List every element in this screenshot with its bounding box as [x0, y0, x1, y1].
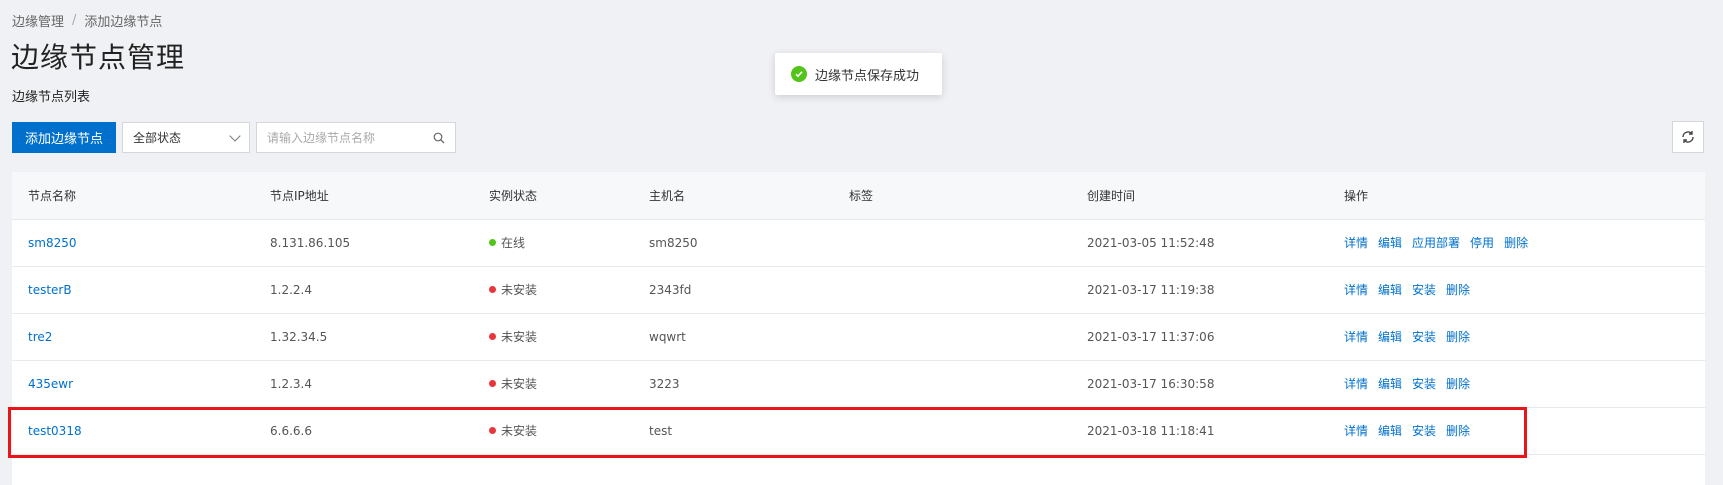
- breadcrumb-root[interactable]: 边缘管理: [12, 11, 64, 30]
- status-badge: 未安装: [489, 328, 537, 345]
- edge-node-table: 节点名称 节点IP地址 实例状态 主机名 标签 创建时间 操作 sm8250 8.…: [12, 172, 1705, 485]
- check-circle-icon: [791, 66, 807, 82]
- header-node-name: 节点名称: [12, 172, 270, 220]
- status-badge: 未安装: [489, 281, 537, 298]
- status-badge: 未安装: [489, 375, 537, 392]
- tags: [849, 219, 1087, 267]
- node-name-link[interactable]: tre2: [28, 330, 52, 344]
- node-name-link[interactable]: test0318: [28, 424, 82, 438]
- status-filter-select[interactable]: 全部状态: [122, 122, 250, 153]
- created-time: 2021-03-17 11:19:38: [1087, 266, 1344, 314]
- created-time: 2021-03-17 16:30:58: [1087, 360, 1344, 408]
- created-time: 2021-03-17 11:37:06: [1087, 313, 1344, 361]
- tags: [849, 266, 1087, 314]
- row-action-link[interactable]: 编辑: [1378, 375, 1402, 392]
- status-dot-icon: [489, 380, 496, 387]
- status-filter-value: 全部状态: [133, 131, 182, 145]
- row-action-link[interactable]: 编辑: [1378, 328, 1402, 345]
- table-row: tre2 1.32.34.5 未安装 wqwrt 2021-03-17 11:37:06…: [12, 313, 1705, 361]
- hostname: wqwrt: [649, 313, 849, 361]
- row-action-link[interactable]: 删除: [1504, 234, 1528, 251]
- row-action-link[interactable]: 安装: [1412, 281, 1436, 298]
- row-action-link[interactable]: 详情: [1344, 328, 1368, 345]
- created-time: 2021-03-05 11:52:48: [1087, 219, 1344, 267]
- table-row: sm8250 8.131.86.105 在线 sm8250 2021-03-05 11:…: [12, 219, 1705, 267]
- refresh-button[interactable]: [1672, 121, 1704, 153]
- toast-message: 边缘节点保存成功: [815, 68, 920, 84]
- header-actions: 操作: [1344, 172, 1705, 220]
- refresh-icon: [1682, 131, 1694, 143]
- hostname: sm8250: [649, 219, 849, 267]
- row-action-link[interactable]: 详情: [1344, 422, 1368, 439]
- row-action-link[interactable]: 编辑: [1378, 422, 1402, 439]
- header-tags: 标签: [849, 172, 1087, 220]
- status-text: 未安装: [501, 283, 538, 297]
- search-icon[interactable]: [433, 132, 445, 144]
- status-text: 未安装: [501, 377, 538, 391]
- tags: [849, 313, 1087, 361]
- breadcrumb-current: 添加边缘节点: [84, 15, 163, 30]
- status-text: 未安装: [501, 330, 538, 344]
- row-action-link[interactable]: 应用部署: [1412, 234, 1460, 251]
- status-dot-icon: [489, 333, 496, 340]
- node-name-link[interactable]: sm8250: [28, 236, 76, 250]
- success-toast: 边缘节点保存成功: [775, 53, 942, 95]
- breadcrumb: 边缘管理 / 添加边缘节点: [12, 11, 162, 30]
- status-dot-icon: [489, 427, 496, 434]
- row-actions: 详情 编辑 安装 删除: [1344, 422, 1705, 439]
- row-action-link[interactable]: 编辑: [1378, 281, 1402, 298]
- row-action-link[interactable]: 安装: [1412, 422, 1436, 439]
- row-action-link[interactable]: 详情: [1344, 375, 1368, 392]
- status-badge: 在线: [489, 234, 525, 251]
- status-badge: 未安装: [489, 422, 537, 439]
- status-dot-icon: [489, 286, 496, 293]
- row-action-link[interactable]: 删除: [1446, 281, 1470, 298]
- status-text: 未安装: [501, 424, 538, 438]
- header-created-time: 创建时间: [1087, 172, 1344, 220]
- row-action-link[interactable]: 停用: [1470, 234, 1494, 251]
- hostname: test: [649, 407, 849, 455]
- header-instance-status: 实例状态: [489, 172, 649, 220]
- row-actions: 详情 编辑 安装 删除: [1344, 328, 1705, 345]
- table-row: test0318 6.6.6.6 未安装 test 2021-03-18 11:18:4…: [12, 407, 1705, 455]
- row-action-link[interactable]: 详情: [1344, 281, 1368, 298]
- node-ip: 6.6.6.6: [270, 407, 489, 455]
- toolbar: 添加边缘节点 全部状态: [12, 122, 456, 153]
- row-action-link[interactable]: 编辑: [1378, 234, 1402, 251]
- node-name-link[interactable]: testerB: [28, 283, 72, 297]
- row-action-link[interactable]: 删除: [1446, 375, 1470, 392]
- row-actions: 详情 编辑 安装 删除: [1344, 281, 1705, 298]
- table-row: 435ewr 1.2.3.4 未安装 3223 2021-03-17 16:30:58 详…: [12, 360, 1705, 408]
- node-ip: 1.32.34.5: [270, 313, 489, 361]
- chevron-down-icon: [229, 129, 241, 142]
- add-edge-node-button[interactable]: 添加边缘节点: [12, 122, 116, 153]
- search-input[interactable]: [267, 130, 427, 145]
- node-ip: 1.2.3.4: [270, 360, 489, 408]
- row-action-link[interactable]: 安装: [1412, 328, 1436, 345]
- header-hostname: 主机名: [649, 172, 849, 220]
- search-box: [256, 122, 456, 153]
- row-actions: 详情 编辑 安装 删除: [1344, 375, 1705, 392]
- table-header-row: 节点名称 节点IP地址 实例状态 主机名 标签 创建时间 操作: [12, 172, 1705, 220]
- breadcrumb-separator: /: [72, 13, 77, 28]
- page-title: 边缘节点管理: [11, 41, 186, 74]
- table-row: testerB 1.2.2.4 未安装 2343fd 2021-03-17 11:19:…: [12, 266, 1705, 314]
- status-text: 在线: [501, 236, 526, 250]
- node-ip: 8.131.86.105: [270, 219, 489, 267]
- row-action-link[interactable]: 删除: [1446, 328, 1470, 345]
- row-action-link[interactable]: 安装: [1412, 375, 1436, 392]
- section-subtitle: 边缘节点列表: [12, 90, 91, 105]
- created-time: 2021-03-18 11:18:41: [1087, 407, 1344, 455]
- node-name-link[interactable]: 435ewr: [28, 377, 73, 391]
- hostname: 3223: [649, 360, 849, 408]
- tags: [849, 407, 1087, 455]
- row-actions: 详情 编辑 应用部署 停用 删除: [1344, 234, 1705, 251]
- row-action-link[interactable]: 删除: [1446, 422, 1470, 439]
- status-dot-icon: [489, 239, 496, 246]
- row-action-link[interactable]: 详情: [1344, 234, 1368, 251]
- node-ip: 1.2.2.4: [270, 266, 489, 314]
- header-node-ip: 节点IP地址: [270, 172, 489, 220]
- hostname: 2343fd: [649, 266, 849, 314]
- tags: [849, 360, 1087, 408]
